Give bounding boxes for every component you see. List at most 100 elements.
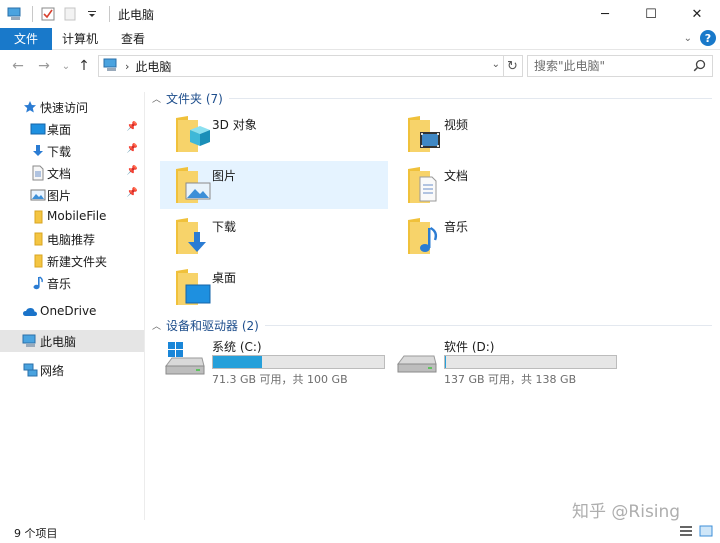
group-divider xyxy=(228,98,712,99)
ribbon-tabs: 文件 计算机 查看 ⌄ ? xyxy=(0,28,720,50)
status-bar: 9 个项目 xyxy=(0,520,720,543)
star-icon xyxy=(22,99,38,115)
folder-tile-pictures[interactable]: 图片 xyxy=(160,161,388,209)
sidebar-item-label: 网络 xyxy=(40,364,65,378)
new-folder-icon[interactable] xyxy=(61,5,79,23)
sidebar-item-mobilefile[interactable]: MobileFile xyxy=(0,206,144,228)
maximize-button[interactable]: ☐ xyxy=(628,0,674,28)
folder-tile-3d-objects[interactable]: 3D 对象 xyxy=(160,110,388,158)
sidebar-item-label: 音乐 xyxy=(47,277,72,291)
drive-tile-c[interactable]: 系统 (C:) 71.3 GB 可用，共 100 GB xyxy=(160,336,388,386)
sidebar-item-music[interactable]: 音乐 xyxy=(0,272,144,294)
folder-label: 文档 xyxy=(444,169,469,183)
folder-label: 视频 xyxy=(444,118,469,132)
address-dropdown-icon[interactable]: ⌄ xyxy=(492,59,500,70)
pin-icon[interactable]: 📌 xyxy=(127,144,138,154)
drive-usage-bar xyxy=(212,355,385,369)
tab-file[interactable]: 文件 xyxy=(0,28,52,50)
folder-label: 下载 xyxy=(212,220,237,234)
collapse-chevron-icon[interactable]: ︿ xyxy=(152,319,164,332)
document-icon xyxy=(400,163,444,207)
drive-label: 系统 (C:) xyxy=(212,340,262,354)
folder-tile-music[interactable]: 音乐 xyxy=(392,212,620,260)
window-controls: ─ ☐ ✕ xyxy=(582,0,720,28)
video-icon xyxy=(400,112,444,156)
toolbar-divider xyxy=(109,6,110,22)
tab-computer[interactable]: 计算机 xyxy=(56,28,104,50)
download-icon xyxy=(30,143,46,159)
refresh-button[interactable]: ↻ xyxy=(503,55,523,77)
drive-icon xyxy=(396,340,438,380)
tab-view[interactable]: 查看 xyxy=(114,28,152,50)
sidebar-item-quick-access[interactable]: 快速访问 xyxy=(0,96,144,118)
help-icon[interactable]: ? xyxy=(700,30,716,46)
sidebar-item-label: 新建文件夹 xyxy=(47,255,108,269)
drive-tile-d[interactable]: 软件 (D:) 137 GB 可用，共 138 GB xyxy=(392,336,620,386)
details-view-icon[interactable] xyxy=(678,524,694,538)
pin-icon[interactable]: 📌 xyxy=(127,188,138,198)
drive-usage-bar xyxy=(444,355,617,369)
sidebar-item-label: 此电脑 xyxy=(40,335,77,349)
download-icon xyxy=(168,214,212,258)
this-pc-icon xyxy=(22,333,38,349)
folder-tile-documents[interactable]: 文档 xyxy=(392,161,620,209)
folder-label: 3D 对象 xyxy=(212,118,257,132)
sidebar-item-this-pc[interactable]: 此电脑 xyxy=(0,330,144,352)
drive-free-space: 71.3 GB 可用，共 100 GB xyxy=(212,373,348,386)
watermark: 知乎 @Rising xyxy=(572,502,681,522)
3d-objects-icon xyxy=(168,112,212,156)
folder-tile-downloads[interactable]: 下载 xyxy=(160,212,388,260)
breadcrumb-this-pc[interactable]: 此电脑 xyxy=(135,58,171,75)
title-bar: 此电脑 ─ ☐ ✕ xyxy=(0,0,720,28)
sidebar-item-downloads[interactable]: 下载 📌 xyxy=(0,140,144,162)
collapse-chevron-icon[interactable]: ︿ xyxy=(152,92,164,105)
picture-icon xyxy=(30,187,46,203)
expand-ribbon-icon[interactable]: ⌄ xyxy=(684,33,692,44)
back-button[interactable]: ← xyxy=(8,56,28,76)
close-button[interactable]: ✕ xyxy=(674,0,720,28)
sidebar-item-label: 桌面 xyxy=(47,123,72,137)
document-icon xyxy=(30,165,46,181)
picture-icon xyxy=(168,163,212,207)
search-box[interactable] xyxy=(527,55,713,77)
properties-icon[interactable] xyxy=(39,5,57,23)
pin-icon[interactable]: 📌 xyxy=(127,166,138,176)
item-count: 9 个项目 xyxy=(14,527,58,540)
desktop-icon xyxy=(30,121,46,137)
sidebar-item-pc-recommend[interactable]: 电脑推荐 xyxy=(0,228,144,250)
recent-locations-button[interactable]: ⌄ xyxy=(56,56,76,76)
search-icon[interactable] xyxy=(693,59,706,75)
minimize-button[interactable]: ─ xyxy=(582,0,628,28)
network-icon xyxy=(22,362,38,378)
group-header-folders[interactable]: ︿ 文件夹 (7) xyxy=(152,90,712,107)
sidebar-item-label: 文档 xyxy=(47,167,72,181)
up-button[interactable]: ↑ xyxy=(74,56,94,76)
large-icons-view-icon[interactable] xyxy=(698,524,714,538)
folder-label: 图片 xyxy=(212,169,237,183)
sidebar-item-new-folder[interactable]: 新建文件夹 xyxy=(0,250,144,272)
sidebar-item-network[interactable]: 网络 xyxy=(0,359,144,381)
desktop-icon xyxy=(168,265,212,309)
drive-usage-fill xyxy=(445,356,447,368)
sidebar-item-label: 快速访问 xyxy=(40,101,89,115)
address-bar[interactable]: › 此电脑 ⌄ xyxy=(98,55,504,77)
sidebar-item-documents[interactable]: 文档 📌 xyxy=(0,162,144,184)
sidebar-item-desktop[interactable]: 桌面 📌 xyxy=(0,118,144,140)
sidebar-item-pictures[interactable]: 图片 📌 xyxy=(0,184,144,206)
folder-icon xyxy=(30,209,46,225)
forward-button[interactable]: → xyxy=(34,56,54,76)
navigation-bar: ← → ⌄ ↑ › 此电脑 ⌄ ↻ xyxy=(0,52,720,80)
folder-icon xyxy=(30,231,46,247)
window-title: 此电脑 xyxy=(118,7,155,22)
customize-toolbar-icon[interactable] xyxy=(83,5,101,23)
sidebar-item-label: 下载 xyxy=(47,145,72,159)
group-header-drives[interactable]: ︿ 设备和驱动器 (2) xyxy=(152,317,712,334)
pin-icon[interactable]: 📌 xyxy=(127,122,138,132)
windows-drive-icon xyxy=(164,340,206,380)
folder-tile-desktop[interactable]: 桌面 xyxy=(160,263,388,311)
breadcrumb-chevron-icon[interactable]: › xyxy=(125,60,129,73)
sidebar-item-onedrive[interactable]: OneDrive xyxy=(0,301,144,323)
search-input[interactable] xyxy=(528,56,688,76)
folder-tile-videos[interactable]: 视频 xyxy=(392,110,620,158)
group-divider xyxy=(264,325,712,326)
